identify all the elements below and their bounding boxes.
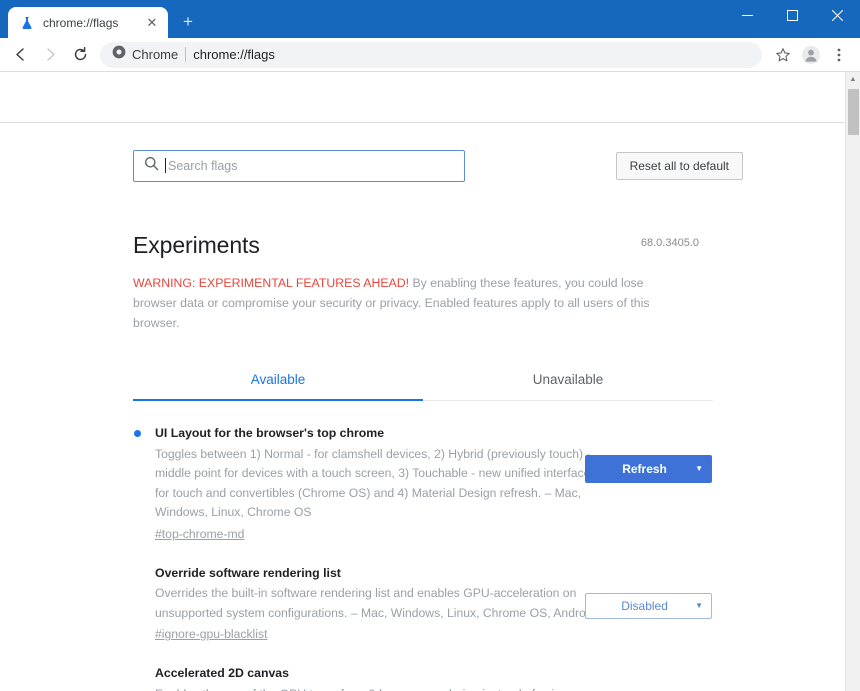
experiment-name: Accelerated 2D canvas [155, 666, 289, 681]
scroll-up-icon[interactable]: ▲ [846, 72, 860, 87]
experiment-body: UI Layout for the browser's top chrome To… [155, 425, 603, 543]
experiments-tabs: Available Unavailable [133, 372, 713, 401]
new-tab-button[interactable]: + [174, 8, 202, 36]
minimize-button[interactable] [725, 0, 770, 30]
experiment-state-value: Refresh [622, 461, 667, 476]
omnibox-separator [185, 47, 187, 62]
omnibox-url: chrome://flags [193, 47, 275, 62]
scrollbar-thumb[interactable] [848, 89, 859, 135]
search-icon [144, 156, 159, 176]
experiment-body: Override software rendering list Override… [155, 565, 603, 644]
profile-avatar-icon[interactable] [798, 42, 824, 68]
experiment-description: Enables the use of the GPU to perform 2d… [155, 685, 603, 691]
experiment-anchor-link[interactable]: #top-chrome-md [155, 527, 244, 541]
experiment-name: Override software rendering list [155, 565, 341, 580]
experiment-name: UI Layout for the browser's top chrome [155, 425, 385, 440]
tab-active-indicator [133, 398, 423, 401]
browser-window: chrome://flags ✕ + Chrome chrome://flags… [0, 0, 860, 691]
flags-page: Search flags Reset all to default 68.0.3… [0, 72, 845, 691]
experiments-list: UI Layout for the browser's top chrome To… [133, 425, 845, 691]
chevron-down-icon: ▼ [695, 464, 703, 474]
tab-available[interactable]: Available [133, 372, 423, 400]
reload-icon[interactable] [66, 41, 94, 69]
chrome-logo-icon [112, 45, 126, 64]
chevron-down-icon: ▼ [695, 601, 703, 611]
experiment-state-select[interactable]: Disabled ▼ [585, 592, 712, 619]
experiment-state-select[interactable]: Refresh ▼ [585, 454, 712, 483]
page-content: 68.0.3405.0 Experiments WARNING: EXPERIM… [0, 194, 845, 691]
tab-unavailable[interactable]: Unavailable [423, 372, 713, 400]
experiment-state-value: Disabled [621, 598, 668, 613]
tab-strip: chrome://flags ✕ + [0, 0, 860, 38]
chrome-menu-icon[interactable] [826, 42, 852, 68]
version-label: 68.0.3405.0 [640, 237, 699, 249]
experiment-anchor-link[interactable]: #ignore-gpu-blacklist [155, 627, 267, 641]
experiment-row: Accelerated 2D canvas Enables the use of … [133, 665, 845, 691]
bookmark-star-icon[interactable] [770, 42, 796, 68]
page-viewport: Search flags Reset all to default 68.0.3… [0, 72, 860, 691]
search-strip [0, 72, 845, 123]
page-title: Experiments [133, 232, 260, 258]
experiment-description: Overrides the built-in software renderin… [155, 586, 596, 620]
text-caret [165, 158, 166, 173]
window-controls [725, 0, 860, 30]
close-button[interactable] [815, 0, 860, 30]
modified-dot-icon [134, 429, 141, 437]
warning-bold: WARNING: EXPERIMENTAL FEATURES AHEAD! [133, 276, 410, 290]
back-icon[interactable] [6, 41, 34, 69]
omnibox-chip: Chrome [112, 45, 178, 64]
search-placeholder: Search flags [165, 158, 237, 173]
experiment-body: Accelerated 2D canvas Enables the use of … [155, 665, 603, 691]
reset-all-to-default-button[interactable]: Reset all to default [615, 152, 743, 180]
tab-title: chrome://flags [43, 15, 119, 30]
close-icon[interactable]: ✕ [144, 15, 160, 31]
experiment-description: Toggles between 1) Normal - for clamshel… [155, 446, 591, 520]
warning-text: WARNING: EXPERIMENTAL FEATURES AHEAD! By… [133, 274, 682, 334]
forward-icon [36, 41, 64, 69]
browser-tab[interactable]: chrome://flags ✕ [8, 7, 168, 38]
search-input[interactable]: Search flags [133, 150, 465, 182]
flask-icon [19, 15, 35, 31]
experiment-row: Override software rendering list Override… [133, 565, 845, 644]
omnibox-chip-label: Chrome [132, 47, 179, 62]
browser-toolbar: Chrome chrome://flags [0, 38, 860, 72]
address-bar[interactable]: Chrome chrome://flags [100, 41, 762, 68]
page-scrollbar[interactable]: ▲ [845, 72, 860, 691]
maximize-button[interactable] [770, 0, 815, 30]
experiment-row: UI Layout for the browser's top chrome To… [133, 425, 845, 543]
